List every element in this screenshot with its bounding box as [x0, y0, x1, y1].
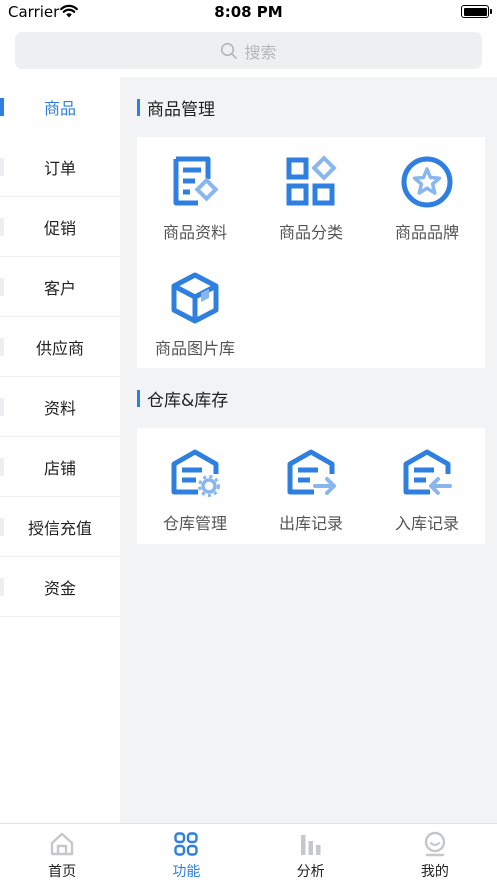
tile-product-image-library[interactable]: 商品图片库	[137, 271, 253, 359]
sidebar-item-label: 店铺	[43, 458, 76, 478]
sidebar-tick	[0, 158, 4, 176]
tile-label: 商品品牌	[394, 223, 459, 242]
section-title-warehouse-inventory: 仓库&库存	[137, 388, 229, 411]
sidebar-item-stores[interactable]: 店铺	[0, 437, 120, 497]
tile-label: 商品分类	[278, 223, 343, 242]
battery-icon	[461, 5, 492, 18]
tile-inbound-records[interactable]: 入库记录	[369, 446, 485, 534]
sidebar-item-label: 订单	[43, 158, 76, 178]
sidebar-item-credit-topup[interactable]: 授信充值	[0, 497, 120, 557]
sidebar-tick	[0, 578, 4, 596]
tile-product-category[interactable]: 商品分类	[253, 155, 369, 243]
active-indicator	[0, 98, 4, 116]
sidebar-item-label: 资料	[43, 398, 76, 418]
product-management-card: 商品资料 商品分类 商品品牌 商品图片库	[137, 137, 485, 368]
sidebar-item-orders[interactable]: 订单	[0, 137, 120, 197]
sidebar-item-label: 客户	[43, 278, 76, 298]
category-grid-icon	[286, 155, 337, 206]
tab-analysis[interactable]: 分析	[249, 824, 373, 883]
function-panel: 商品管理 商品资料 商品分类 商品品牌 商品图片库 仓库&库存 仓库管理 出库记…	[120, 77, 497, 823]
clock: 8:08 PM	[214, 3, 283, 21]
sidebar-item-label: 促销	[43, 218, 76, 238]
sidebar-item-suppliers[interactable]: 供应商	[0, 317, 120, 377]
search-bar: 搜索	[0, 24, 497, 77]
sidebar-item-funds[interactable]: 资金	[0, 557, 120, 617]
section-accent-bar	[137, 389, 140, 407]
sidebar-item-label: 供应商	[35, 338, 84, 358]
warehouse-in-icon	[403, 449, 452, 495]
tile-product-info[interactable]: 商品资料	[137, 155, 253, 243]
sidebar-tick	[0, 518, 4, 536]
sidebar-tick	[0, 458, 4, 476]
tile-label: 入库记录	[394, 514, 459, 533]
product-info-icon	[173, 156, 219, 206]
brand-star-icon	[401, 156, 453, 208]
section-title-text: 仓库&库存	[147, 390, 229, 411]
sidebar-item-customers[interactable]: 客户	[0, 257, 120, 317]
section-title-text: 商品管理	[147, 99, 215, 120]
section-accent-bar	[137, 98, 140, 116]
sidebar-tick	[0, 398, 4, 416]
category-sidebar: 商品 订单 促销 客户 供应商 资料 店铺 授信充值 资金	[0, 77, 120, 823]
sidebar-item-label: 商品	[43, 99, 76, 118]
tile-label: 仓库管理	[162, 514, 227, 533]
sidebar-tick	[0, 218, 4, 236]
tile-label: 出库记录	[278, 514, 343, 533]
tile-label: 商品图片库	[154, 339, 235, 358]
bottom-tab-bar: 首页 功能 分析 我的	[0, 823, 497, 883]
profile-icon	[424, 831, 446, 857]
search-input[interactable]: 搜索	[15, 32, 482, 69]
tile-product-brand[interactable]: 商品品牌	[369, 155, 485, 243]
apps-icon	[174, 832, 199, 856]
sidebar-item-data[interactable]: 资料	[0, 377, 120, 437]
image-box-icon	[171, 272, 219, 324]
sidebar-tick	[0, 278, 4, 296]
tab-label: 我的	[420, 864, 449, 880]
tile-outbound-records[interactable]: 出库记录	[253, 446, 369, 534]
tab-label: 功能	[172, 864, 201, 880]
section-title-product-management: 商品管理	[137, 97, 215, 120]
tile-warehouse-management[interactable]: 仓库管理	[137, 446, 253, 534]
warehouse-gear-icon	[171, 449, 220, 497]
search-icon	[221, 42, 238, 59]
status-bar: Carrier 8:08 PM	[0, 0, 497, 24]
tab-label: 首页	[48, 864, 77, 880]
warehouse-out-icon	[287, 449, 336, 495]
bar-chart-icon	[300, 835, 321, 855]
sidebar-tick	[0, 338, 4, 356]
warehouse-inventory-card: 仓库管理 出库记录 入库记录	[137, 428, 485, 544]
tab-functions[interactable]: 功能	[124, 824, 248, 883]
search-placeholder: 搜索	[244, 42, 277, 62]
home-icon	[50, 832, 74, 856]
sidebar-item-label: 授信充值	[27, 518, 92, 538]
sidebar-item-promotions[interactable]: 促销	[0, 197, 120, 257]
sidebar-item-label: 资金	[43, 578, 76, 598]
sidebar-item-products[interactable]: 商品	[0, 77, 120, 137]
tab-label: 分析	[296, 864, 325, 880]
tile-label: 商品资料	[162, 223, 227, 242]
tab-home[interactable]: 首页	[0, 824, 124, 883]
tab-mine[interactable]: 我的	[373, 824, 497, 883]
